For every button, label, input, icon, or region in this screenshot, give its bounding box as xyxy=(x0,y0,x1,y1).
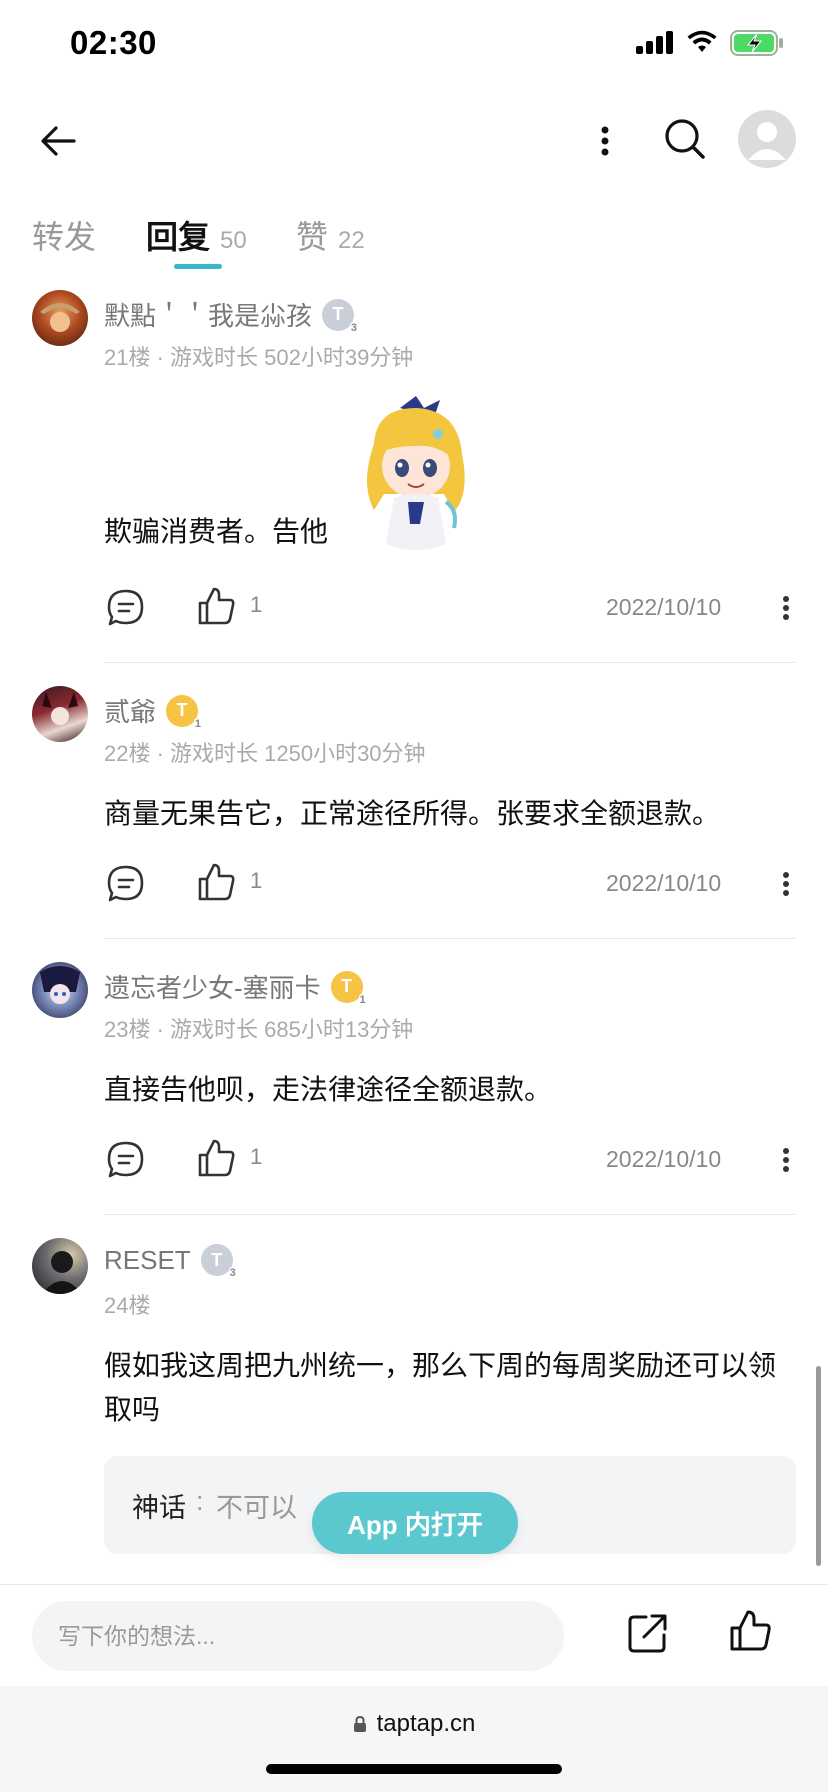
badge-level: 3 xyxy=(349,321,359,334)
badge-letter: T xyxy=(211,1249,223,1270)
tab-replies[interactable]: 回复 50 xyxy=(146,212,247,258)
user-level-badge: T1 xyxy=(330,970,367,1006)
badge-level: 1 xyxy=(193,717,203,730)
like-count: 1 xyxy=(250,868,263,893)
tab-label: 赞 xyxy=(296,219,329,255)
divider xyxy=(104,1214,796,1215)
user-avatar-icon[interactable] xyxy=(738,110,796,168)
comment-header: 贰爺 T1 xyxy=(104,692,203,730)
avatar[interactable] xyxy=(32,1238,88,1294)
avatar[interactable] xyxy=(32,290,88,346)
comment-text: 欺骗消费者。告他 xyxy=(104,516,329,547)
comment-text: 假如我这周把九州统一，那么下周的每周奖励还可以领取吗 xyxy=(104,1350,777,1425)
comment-date: 2022/10/10 xyxy=(606,594,722,620)
open-in-app-button[interactable]: App 内打开 xyxy=(312,1492,518,1554)
badge-level: 3 xyxy=(228,1267,237,1279)
nav-bar xyxy=(0,100,828,180)
user-level-badge: T3 xyxy=(322,298,359,334)
battery-charging-icon xyxy=(730,30,783,56)
thumb-up-icon[interactable] xyxy=(194,584,238,628)
username[interactable]: 贰爺 xyxy=(104,692,156,729)
wifi-icon xyxy=(687,30,717,52)
home-indicator xyxy=(266,1764,562,1774)
search-icon[interactable] xyxy=(660,114,710,164)
comment-actions: 1 2022/10/10 xyxy=(104,1138,804,1188)
more-vertical-icon[interactable] xyxy=(776,866,796,902)
more-vertical-icon[interactable] xyxy=(776,590,796,626)
comment-input[interactable] xyxy=(32,1601,564,1671)
badge-letter: T xyxy=(176,700,188,720)
comment-meta: 23楼 · 游戏时长 685小时13分钟 xyxy=(104,1017,414,1042)
reply-icon[interactable] xyxy=(104,862,148,906)
username[interactable]: 遗忘者少女-塞丽卡 xyxy=(104,968,321,1005)
divider xyxy=(104,662,796,663)
reply-icon[interactable] xyxy=(104,586,148,630)
avatar[interactable] xyxy=(32,962,88,1018)
comment-text: 商量无果告它，正常途径所得。张要求全额退款。 xyxy=(104,798,721,829)
scrollbar[interactable] xyxy=(816,1366,821,1566)
username[interactable]: 默點＇＇我是尛孩 xyxy=(104,296,312,333)
tab-active-indicator xyxy=(174,264,222,269)
like-count: 1 xyxy=(250,1144,263,1169)
comment-text: 直接告他呗，走法律途径全额退款。 xyxy=(104,1074,553,1105)
compose-bar xyxy=(0,1584,828,1686)
tab-label: 转发 xyxy=(32,219,97,255)
reply-icon[interactable] xyxy=(104,1138,148,1182)
username[interactable]: RESET xyxy=(104,1245,191,1276)
comment-header: RESET T3 xyxy=(104,1244,237,1279)
tab-count: 50 xyxy=(220,227,247,254)
user-level-badge: T1 xyxy=(166,694,203,730)
divider xyxy=(104,938,796,939)
tab-forward[interactable]: 转发 xyxy=(32,212,96,258)
tab-count: 22 xyxy=(338,227,365,254)
thumb-up-icon[interactable] xyxy=(726,1607,774,1655)
like-count: 1 xyxy=(250,592,263,617)
comment-date: 2022/10/10 xyxy=(606,870,722,896)
sub-reply-separator: : xyxy=(196,1486,204,1516)
sub-reply-username[interactable]: 神话 xyxy=(132,1486,186,1525)
status-bar: 02:30 xyxy=(0,0,828,92)
comment-header: 默點＇＇我是尛孩 T3 xyxy=(104,296,359,334)
browser-bar: taptap.cn xyxy=(0,1686,828,1792)
comment-date: 2022/10/10 xyxy=(606,1146,722,1172)
comment-meta: 21楼 · 游戏时长 502小时39分钟 xyxy=(104,345,414,370)
lock-icon xyxy=(353,1715,366,1732)
more-vertical-icon[interactable] xyxy=(776,1142,796,1178)
badge-level: 1 xyxy=(358,993,367,1006)
comment-meta: 24楼 xyxy=(104,1293,151,1318)
back-arrow-icon[interactable] xyxy=(34,116,84,166)
address-bar[interactable]: taptap.cn xyxy=(0,1710,828,1738)
badge-letter: T xyxy=(332,304,344,324)
badge-letter: T xyxy=(341,976,353,996)
comment-actions: 1 2022/10/10 xyxy=(104,862,804,912)
more-vertical-icon[interactable] xyxy=(590,116,620,166)
status-time: 02:30 xyxy=(70,24,157,61)
tab-likes[interactable]: 赞 22 xyxy=(296,212,365,258)
sub-reply-text: 不可以 xyxy=(216,1493,297,1523)
share-icon[interactable] xyxy=(624,1609,672,1657)
avatar[interactable] xyxy=(32,686,88,742)
user-level-badge: T3 xyxy=(200,1244,237,1279)
comment-header: 遗忘者少女-塞丽卡 T1 xyxy=(104,968,367,1006)
signal-icon xyxy=(636,30,674,54)
comment-meta: 22楼 · 游戏时长 1250小时30分钟 xyxy=(104,741,426,766)
tab-bar: 转发 回复 50 赞 22 xyxy=(0,200,828,276)
thumb-up-icon[interactable] xyxy=(194,1136,238,1180)
url-text: taptap.cn xyxy=(376,1710,476,1737)
tab-label: 回复 xyxy=(146,219,211,255)
thumb-up-icon[interactable] xyxy=(194,860,238,904)
comment-actions: 1 2022/10/10 xyxy=(104,586,804,636)
